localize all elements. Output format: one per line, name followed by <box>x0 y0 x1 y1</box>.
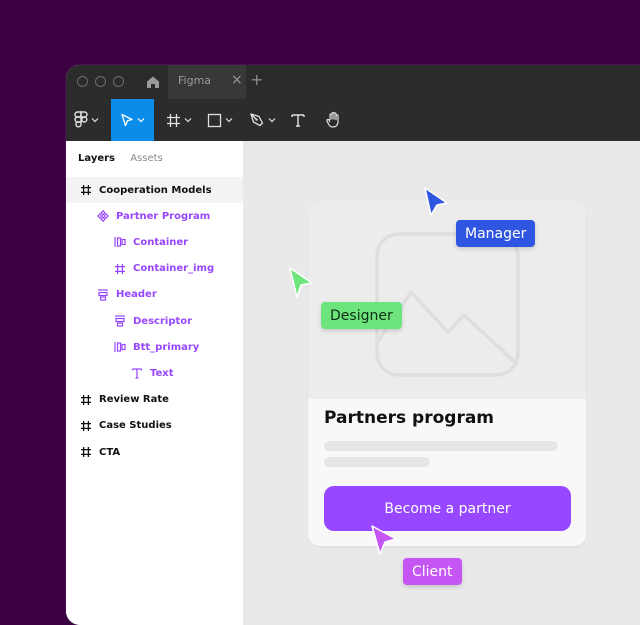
layer-row[interactable]: Case Studies <box>66 413 243 439</box>
layer-row[interactable]: Text <box>66 360 243 386</box>
pen-icon <box>250 113 264 127</box>
toolbar <box>66 99 640 141</box>
layer-row[interactable]: Review Rate <box>66 387 243 413</box>
layer-label: Container_img <box>133 263 215 275</box>
hand-icon <box>326 111 339 128</box>
client-cursor-icon <box>371 525 397 555</box>
chevron-down-icon <box>91 118 99 123</box>
layer-row[interactable]: CTA <box>66 439 243 465</box>
layer-row[interactable]: Cooperation Models <box>66 177 243 203</box>
tab-layers[interactable]: Layers <box>78 153 115 164</box>
layer-row[interactable]: Btt_primary <box>66 334 243 360</box>
autolayout-vertical-icon <box>97 289 109 301</box>
figma-logo-icon <box>74 111 88 128</box>
tab-title: Figma <box>178 74 212 87</box>
tab-close-icon[interactable]: × <box>231 72 243 88</box>
layers-panel: Layers Assets Cooperation Models Partner … <box>66 141 244 625</box>
tab-figma[interactable]: Figma × <box>168 65 246 99</box>
layer-row[interactable]: Container_img <box>66 256 243 282</box>
layer-label: CTA <box>99 446 121 458</box>
cursor-arrow-icon <box>121 113 133 127</box>
layer-label: Partner Program <box>116 210 211 222</box>
manager-label: Manager <box>456 220 536 247</box>
layer-row[interactable]: Header <box>66 282 243 308</box>
minimize-window-button[interactable] <box>95 76 106 87</box>
layer-row[interactable]: Partner Program <box>66 203 243 229</box>
chevron-down-icon <box>268 118 276 123</box>
frame-icon <box>80 420 92 432</box>
layer-label: Review Rate <box>99 394 169 406</box>
layer-label: Text <box>150 367 174 379</box>
client-label: Client <box>403 558 462 585</box>
pen-tool-button[interactable] <box>249 99 276 141</box>
layer-row[interactable]: Container <box>66 229 243 255</box>
partner-card[interactable]: Partners program Become a partner <box>308 201 586 546</box>
close-window-button[interactable] <box>77 76 88 87</box>
layer-label: Container <box>133 236 189 248</box>
new-tab-button[interactable]: + <box>250 70 263 89</box>
frame-icon <box>80 446 92 458</box>
designer-cursor-icon <box>289 267 313 298</box>
panel-tabs: Layers Assets <box>78 153 175 164</box>
image-placeholder-icon <box>375 232 520 377</box>
layer-row[interactable]: Descriptor <box>66 308 243 334</box>
layer-label: Btt_primary <box>133 341 200 353</box>
chevron-down-icon <box>184 118 192 123</box>
move-tool-button[interactable] <box>111 99 154 141</box>
chevron-down-icon <box>225 118 233 123</box>
shape-tool-button[interactable] <box>207 99 233 141</box>
designer-label: Designer <box>321 302 402 329</box>
hand-tool-button[interactable] <box>325 99 343 141</box>
chevron-down-icon <box>137 118 145 123</box>
text-tool-button[interactable] <box>290 99 306 141</box>
text-icon <box>131 367 143 379</box>
frame-icon <box>80 394 92 406</box>
tab-assets[interactable]: Assets <box>130 153 163 164</box>
frame-icon <box>80 184 92 196</box>
autolayout-horizontal-icon <box>114 236 126 248</box>
home-icon[interactable] <box>145 74 161 90</box>
become-partner-button[interactable]: Become a partner <box>324 486 571 531</box>
main-menu-button[interactable] <box>74 99 99 141</box>
text-t-icon <box>291 114 305 127</box>
title-bar: Figma × + <box>66 65 640 99</box>
frame-tool-button[interactable] <box>166 99 192 141</box>
frame-hash-icon <box>167 113 180 127</box>
autolayout-vertical-icon <box>114 315 126 327</box>
manager-cursor-icon <box>424 187 448 216</box>
layer-label: Descriptor <box>133 315 193 327</box>
skeleton-line <box>324 457 430 467</box>
image-placeholder <box>308 201 586 399</box>
component-icon <box>97 210 109 223</box>
card-title: Partners program <box>324 408 495 428</box>
layer-label: Case Studies <box>99 420 172 432</box>
layer-label: Header <box>116 289 157 301</box>
maximize-window-button[interactable] <box>113 76 124 87</box>
frame-icon <box>114 263 126 275</box>
skeleton-line <box>324 441 558 451</box>
autolayout-horizontal-icon <box>114 341 126 353</box>
layer-label: Cooperation Models <box>99 184 212 196</box>
rectangle-icon <box>207 113 222 127</box>
